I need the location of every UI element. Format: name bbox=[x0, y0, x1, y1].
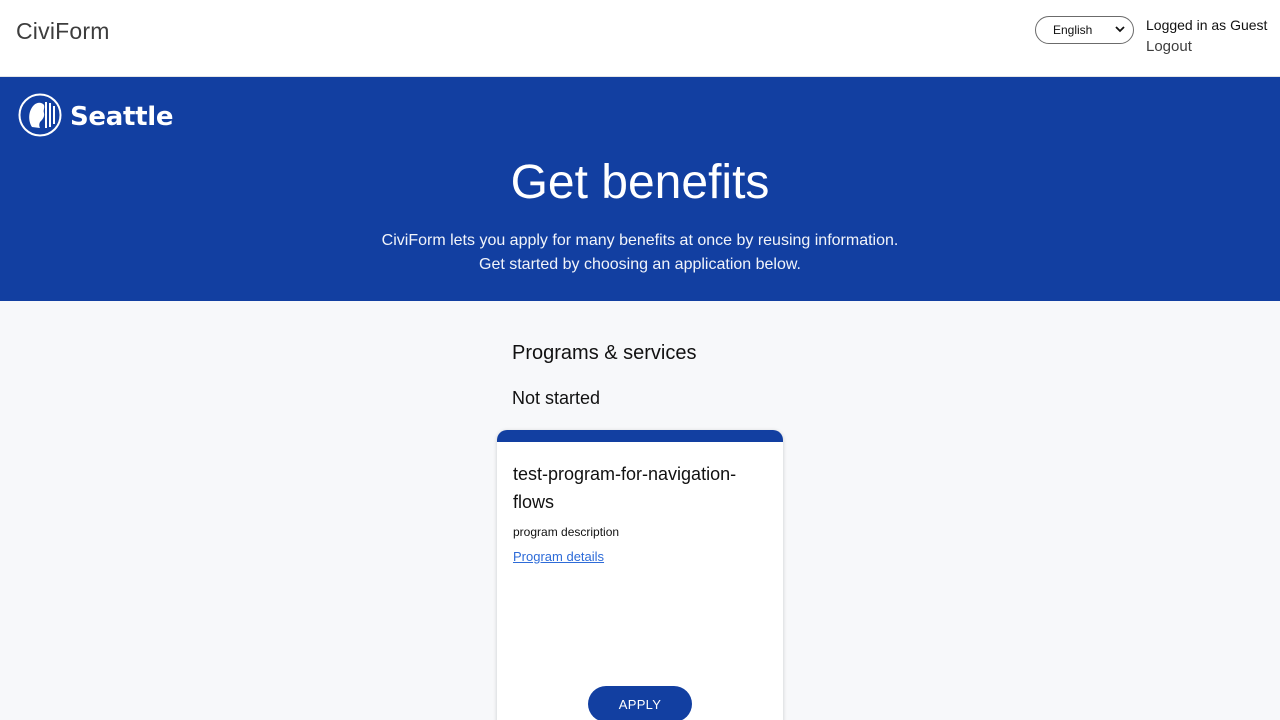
programs-section-title: Programs & services bbox=[512, 342, 697, 364]
user-info: Logged in as Guest Logout bbox=[1146, 16, 1274, 56]
seattle-seal-icon bbox=[18, 93, 62, 142]
page-title: Get benefits bbox=[510, 156, 770, 209]
program-details-link[interactable]: Program details bbox=[513, 549, 604, 564]
logout-link[interactable]: Logout bbox=[1146, 38, 1274, 56]
program-card: test-program-for-navigation-flows progra… bbox=[497, 430, 783, 720]
hero-description: CiviForm lets you apply for many benefit… bbox=[0, 229, 1280, 277]
language-select[interactable]: English bbox=[1035, 16, 1134, 44]
hero-banner: Seattle Get benefits CiviForm lets you a… bbox=[0, 77, 1280, 301]
top-navigation: CiviForm English Logged in as Guest Logo… bbox=[0, 0, 1280, 77]
program-description: program description bbox=[513, 525, 620, 539]
language-selected-value: English bbox=[1053, 23, 1093, 37]
seattle-logo: Seattle bbox=[18, 93, 174, 142]
program-card-body: test-program-for-navigation-flows progra… bbox=[497, 442, 783, 566]
apply-button[interactable]: APPLY bbox=[588, 686, 692, 720]
chevron-down-icon bbox=[1115, 25, 1125, 36]
not-started-heading: Not started bbox=[512, 388, 601, 408]
logo-text: Seattle bbox=[70, 102, 174, 132]
hero-description-line-2: Get started by choosing an application b… bbox=[479, 256, 801, 273]
logged-in-status: Logged in as Guest bbox=[1146, 17, 1268, 33]
program-card-header-band bbox=[497, 430, 783, 442]
brand-link[interactable]: CiviForm bbox=[16, 18, 110, 45]
program-title: test-program-for-navigation-flows bbox=[513, 464, 737, 512]
hero-description-line-1: CiviForm lets you apply for many benefit… bbox=[381, 232, 899, 249]
